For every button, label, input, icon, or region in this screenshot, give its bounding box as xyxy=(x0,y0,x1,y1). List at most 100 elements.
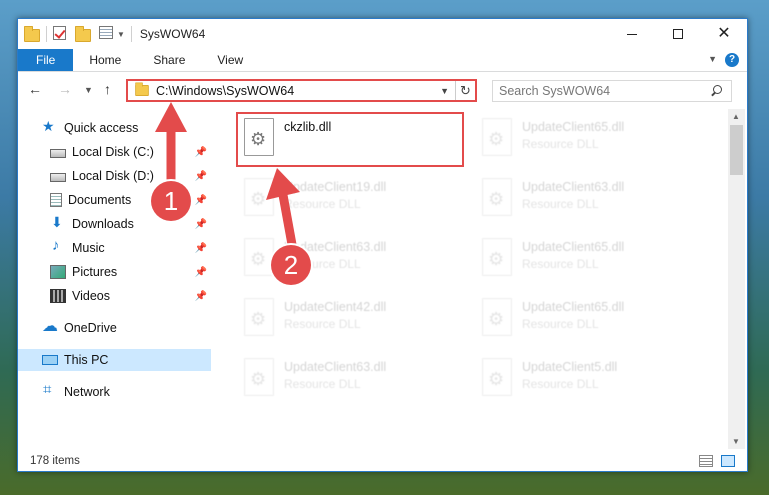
customize-toolbar-chevron-icon[interactable]: ▼ xyxy=(117,30,125,39)
file-name: UpdateClient42.dll xyxy=(284,300,387,314)
navigation-pane: Quick access Local Disk (C:) 📌 Local Dis… xyxy=(18,109,211,449)
address-dropdown-chevron-icon[interactable]: ▼ xyxy=(440,86,449,96)
vertical-scrollbar[interactable]: ▲ ▼ xyxy=(728,109,745,449)
sidebar-item-music[interactable]: Music 📌 xyxy=(18,237,211,259)
file-name: UpdateClient65.dll xyxy=(522,120,625,134)
music-icon xyxy=(50,237,66,255)
sidebar-item-label: This PC xyxy=(64,353,109,367)
network-icon xyxy=(42,381,58,399)
sidebar-item-local-disk-c[interactable]: Local Disk (C:) 📌 xyxy=(18,141,211,163)
folder-icon xyxy=(24,26,40,42)
sidebar-item-label: Quick access xyxy=(64,121,139,135)
address-path[interactable]: C:\Windows\SysWOW64 xyxy=(156,84,440,98)
sidebar-item-label: Network xyxy=(64,385,110,399)
dll-file-icon xyxy=(244,178,274,216)
pictures-icon xyxy=(50,265,66,279)
close-button[interactable]: ✕ xyxy=(701,19,747,49)
dll-file-icon xyxy=(482,238,512,276)
close-icon: ✕ xyxy=(717,25,731,42)
sidebar-item-label: Music xyxy=(72,241,105,255)
dll-file-icon xyxy=(244,298,274,336)
sidebar-item-label: Pictures xyxy=(72,265,118,279)
file-name: UpdateClient19.dll xyxy=(284,180,387,194)
sidebar-item-label: Local Disk (D:) xyxy=(72,169,154,183)
file-name: UpdateClient65.dll xyxy=(522,240,625,254)
sidebar-item-this-pc[interactable]: This PC xyxy=(18,349,211,371)
minimize-button[interactable] xyxy=(609,19,655,49)
file-tile[interactable]: UpdateClient19.dll Resource DLL xyxy=(236,174,466,226)
tab-file[interactable]: File xyxy=(18,49,74,71)
properties-check-icon[interactable] xyxy=(53,26,69,42)
file-tile[interactable]: UpdateClient65.dll Resource DLL xyxy=(474,114,704,166)
file-tile[interactable]: UpdateClient42.dll Resource DLL xyxy=(236,294,466,346)
file-name: UpdateClient65.dll xyxy=(522,300,625,314)
scroll-down-chevron-icon[interactable]: ▼ xyxy=(732,437,740,446)
file-tile[interactable]: UpdateClient65.dll Resource DLL xyxy=(474,234,704,286)
recent-locations-chevron-icon[interactable]: ▼ xyxy=(84,85,93,95)
dll-file-icon xyxy=(244,358,274,396)
search-placeholder: Search SysWOW64 xyxy=(499,84,611,98)
file-type: Resource DLL xyxy=(284,317,361,331)
ribbon-tabs: File Home Share View ▼ ? xyxy=(18,49,747,72)
address-bar[interactable]: C:\Windows\SysWOW64 ▼ ↻ xyxy=(126,79,477,102)
search-input[interactable]: Search SysWOW64 xyxy=(492,80,732,102)
tab-home[interactable]: Home xyxy=(73,49,137,71)
dll-file-icon xyxy=(482,178,512,216)
search-icon xyxy=(711,85,723,97)
new-folder-icon[interactable] xyxy=(75,26,91,42)
title-divider xyxy=(46,26,47,42)
maximize-icon xyxy=(673,29,683,39)
videos-icon xyxy=(50,289,66,303)
drive-icon xyxy=(50,149,66,158)
sidebar-item-network[interactable]: Network xyxy=(18,381,211,403)
up-arrow-icon[interactable]: ↑ xyxy=(104,81,111,97)
pin-icon[interactable]: 📌 xyxy=(195,243,207,254)
tiles-view-icon[interactable] xyxy=(721,455,735,467)
sidebar-item-onedrive[interactable]: OneDrive xyxy=(18,316,211,339)
pin-icon[interactable]: 📌 xyxy=(195,195,207,206)
file-tile[interactable]: UpdateClient65.dll Resource DLL xyxy=(474,294,704,346)
folder-icon xyxy=(135,82,149,97)
sidebar-item-label: Documents xyxy=(68,193,132,207)
properties-icon[interactable] xyxy=(99,26,115,42)
sidebar-item-quick-access[interactable]: Quick access xyxy=(18,117,211,139)
drive-icon xyxy=(50,173,66,182)
dll-file-icon xyxy=(482,298,512,336)
scroll-up-chevron-icon[interactable]: ▲ xyxy=(732,112,740,121)
pin-icon[interactable]: 📌 xyxy=(195,219,207,230)
forward-arrow-icon[interactable]: → xyxy=(58,81,72,97)
dll-file-icon xyxy=(482,118,512,156)
scrollbar-thumb[interactable] xyxy=(730,125,743,175)
pin-icon[interactable]: 📌 xyxy=(195,171,207,182)
file-type: Resource DLL xyxy=(522,317,599,331)
onedrive-cloud-icon xyxy=(42,316,58,336)
pin-icon[interactable]: 📌 xyxy=(195,147,207,158)
pin-icon[interactable]: 📌 xyxy=(195,291,207,302)
file-name: UpdateClient63.dll xyxy=(522,180,625,194)
details-view-icon[interactable] xyxy=(699,455,713,467)
refresh-icon[interactable]: ↻ xyxy=(455,81,475,100)
address-row: ← → ▼ ↑ C:\Windows\SysWOW64 ▼ ↻ Search S… xyxy=(18,73,747,108)
window-title: SysWOW64 xyxy=(139,27,206,41)
back-arrow-icon[interactable]: ← xyxy=(28,81,42,97)
star-icon xyxy=(42,118,58,135)
file-tile[interactable]: UpdateClient63.dll Resource DLL xyxy=(474,174,704,226)
help-icon[interactable]: ? xyxy=(725,53,739,67)
step-2-badge: 2 xyxy=(271,245,311,285)
status-bar: 178 items xyxy=(18,449,747,471)
computer-icon xyxy=(42,355,58,365)
file-tile[interactable]: UpdateClient63.dll Resource DLL xyxy=(236,354,466,406)
maximize-button[interactable] xyxy=(655,19,701,49)
tab-view[interactable]: View xyxy=(201,49,259,71)
step-1-badge: 1 xyxy=(151,181,191,221)
file-explorer-window: ▼ SysWOW64 ✕ File Home Share View ▼ ? ← … xyxy=(17,18,748,472)
expand-ribbon-chevron-icon[interactable]: ▼ xyxy=(708,54,717,64)
pin-icon[interactable]: 📌 xyxy=(195,267,207,278)
tab-share[interactable]: Share xyxy=(137,49,201,71)
sidebar-item-pictures[interactable]: Pictures 📌 xyxy=(18,261,211,283)
title-divider xyxy=(130,26,132,42)
file-tile[interactable]: UpdateClient5.dll Resource DLL xyxy=(474,354,704,406)
dll-file-icon xyxy=(482,358,512,396)
sidebar-item-videos[interactable]: Videos 📌 xyxy=(18,285,211,307)
title-bar: ▼ SysWOW64 ✕ xyxy=(18,19,747,49)
